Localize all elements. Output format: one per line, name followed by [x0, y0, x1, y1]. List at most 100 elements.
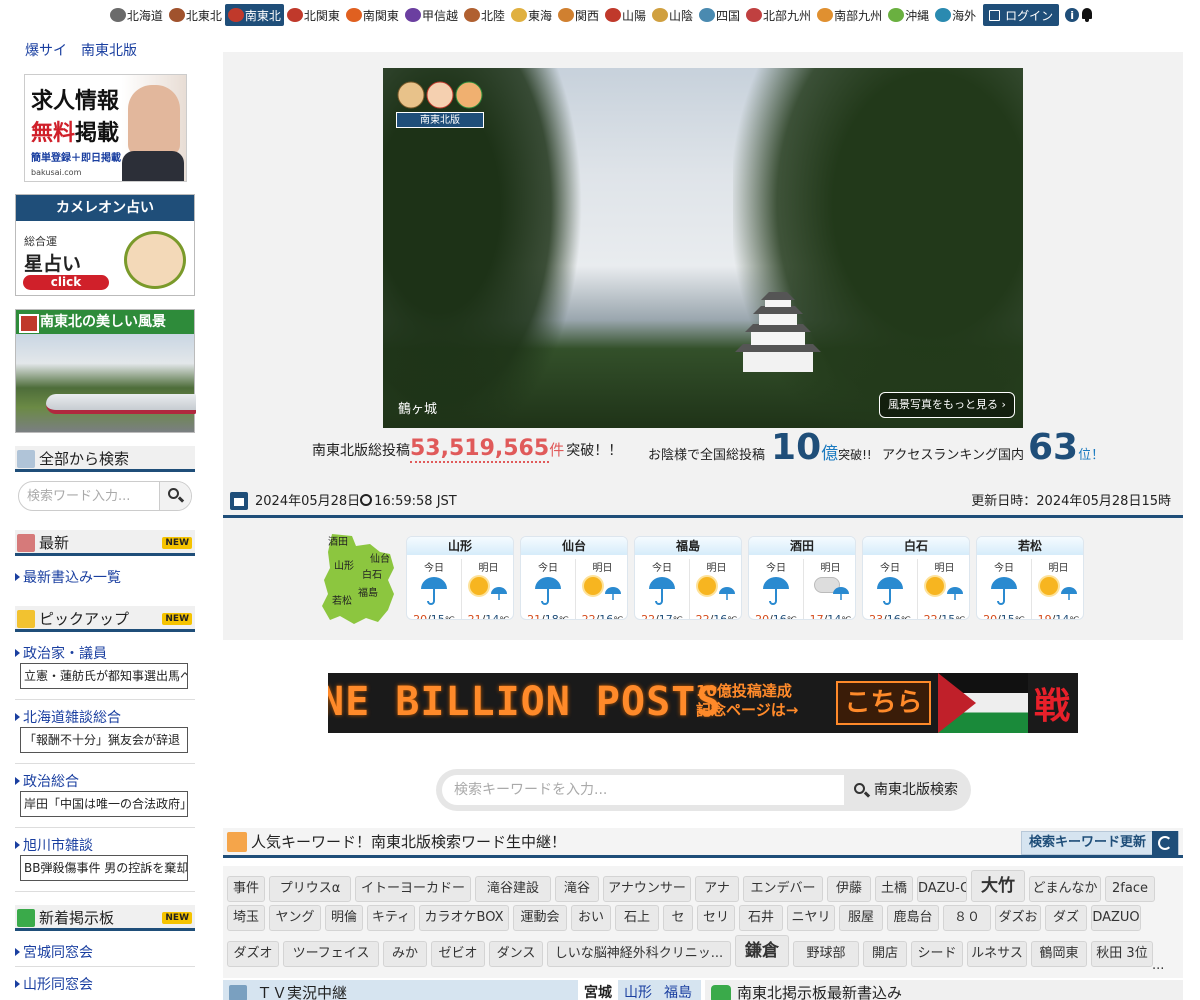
sidebar-search-button[interactable] — [159, 482, 191, 510]
keyword-chip[interactable]: 石上 — [615, 905, 659, 931]
keyword-chip[interactable]: 埼玉 — [227, 905, 265, 931]
keyword-chip[interactable]: 開店 — [863, 941, 907, 967]
pickup-category-link[interactable]: 北海道雑談総合 — [15, 707, 121, 727]
region-link-14[interactable]: 沖縄 — [885, 4, 932, 26]
keyword-chip[interactable]: 2face — [1105, 876, 1155, 902]
latest-posts-link[interactable]: 最新書込み一覧 — [15, 567, 121, 587]
weather-city: 福島 — [635, 537, 741, 555]
keyword-chip[interactable]: 秋田 3位 — [1091, 941, 1153, 967]
weather-card[interactable]: 福島今日22/17℃明日22/16℃ — [634, 536, 742, 620]
bell-icon[interactable] — [1081, 8, 1093, 22]
pickup-headline[interactable]: 「報酬不十分」猟友会が辞退 — [20, 727, 188, 753]
keyword-chip[interactable]: 鎌倉 — [735, 935, 789, 967]
keyword-chip[interactable]: 滝谷 — [555, 876, 599, 902]
region-link-9[interactable]: 山陽 — [602, 4, 649, 26]
keyword-chip[interactable]: セリ — [697, 905, 735, 931]
pickup-headline[interactable]: 立憲・蓮舫氏が都知事選出馬へ — [20, 663, 188, 689]
region-link-6[interactable]: 北陸 — [461, 4, 508, 26]
pickup-headline[interactable]: 岸田「中国は唯一の合法政府」 — [20, 791, 188, 817]
keyword-chip[interactable]: ダズオ — [227, 941, 279, 967]
info-icon[interactable]: i — [1065, 8, 1080, 22]
region-link-11[interactable]: 四国 — [696, 4, 743, 26]
sidebar-search-input[interactable] — [27, 487, 157, 505]
region-link-0[interactable]: 北海道 — [107, 4, 166, 26]
keyword-chip[interactable]: 服屋 — [839, 905, 883, 931]
site-title[interactable]: 爆サイ 南東北版 — [25, 40, 137, 60]
keyword-chip[interactable]: 鹿島台 — [887, 905, 939, 931]
keyword-chip[interactable]: アナウンサー — [603, 876, 691, 902]
region-link-5[interactable]: 甲信越 — [402, 4, 461, 26]
pickup-category-link[interactable]: 政治総合 — [15, 771, 79, 791]
tab-fukushima[interactable]: 福島 — [658, 980, 698, 1000]
keyword-update-button[interactable]: 検索キーワード更新 — [1020, 831, 1179, 855]
region-link-3[interactable]: 北関東 — [284, 4, 343, 26]
board-link-yamagata[interactable]: 山形同窓会 — [15, 974, 93, 994]
keyword-chip[interactable]: 伊藤 — [827, 876, 871, 902]
region-link-15[interactable]: 海外 — [932, 4, 979, 26]
keyword-chip[interactable]: 運動会 — [513, 905, 567, 931]
keyword-chip[interactable]: DAZU-O — [917, 876, 967, 902]
more-photos-button[interactable]: 風景写真をもっと見る › — [879, 392, 1015, 418]
weather-card[interactable]: 仙台今日21/18℃明日22/16℃ — [520, 536, 628, 620]
login-button[interactable]: ログイン — [983, 4, 1060, 26]
center-search-input[interactable] — [442, 775, 844, 805]
keyword-chip[interactable]: 土橋 — [875, 876, 913, 902]
keyword-chip[interactable]: ルネサス — [967, 941, 1027, 967]
keyword-chip[interactable]: ダズお — [995, 905, 1041, 931]
keyword-chip[interactable]: どまんなか — [1029, 876, 1101, 902]
weather-card[interactable]: 山形今日20/15℃明日21/14℃ — [406, 536, 514, 620]
keyword-chip[interactable]: 野球部 — [793, 941, 859, 967]
keyword-chip[interactable]: ツーフェイス — [283, 941, 379, 967]
keyword-chip[interactable]: ダズ — [1045, 905, 1087, 931]
keyword-chip[interactable]: 鶴岡東 — [1031, 941, 1087, 967]
region-link-13[interactable]: 南部九州 — [814, 4, 885, 26]
keyword-chip[interactable]: カラオケBOX — [419, 905, 509, 931]
region-link-1[interactable]: 北東北 — [166, 4, 225, 26]
keyword-chip[interactable]: 滝谷建設 — [475, 876, 551, 902]
keyword-chip[interactable]: 明倫 — [325, 905, 363, 931]
tab-miyagi[interactable]: 宮城 — [578, 980, 618, 1000]
region-link-4[interactable]: 南関東 — [343, 4, 402, 26]
tab-yamagata[interactable]: 山形 — [618, 980, 658, 1000]
login-icon — [989, 9, 1001, 21]
keyword-chip[interactable]: セ — [663, 905, 693, 931]
board-link-miyagi[interactable]: 宮城同窓会 — [15, 942, 93, 962]
keyword-chip[interactable]: ダンス — [489, 941, 543, 967]
weather-card[interactable]: 若松今日20/15℃明日19/14℃ — [976, 536, 1084, 620]
billion-posts-banner[interactable]: NE BILLION POSTS 10億投稿達成記念ページは→ こちら 戦争 — [328, 673, 1078, 733]
region-link-2[interactable]: 南東北 — [224, 4, 284, 26]
job-ad-banner[interactable]: 求人情報 無料掲載 簡単登録＋即日掲載 bakusai.com — [24, 74, 187, 182]
keyword-more[interactable]: ... — [1152, 958, 1164, 973]
keyword-chip[interactable]: ヤング — [269, 905, 321, 931]
chameleon-fortune-ad[interactable]: カメレオン占い 総合運 星占い click — [15, 194, 195, 296]
keyword-chip[interactable]: シード — [911, 941, 963, 967]
keyword-chip[interactable]: ８０ — [943, 905, 991, 931]
region-link-8[interactable]: 関西 — [555, 4, 602, 26]
pickup-category-link[interactable]: 旭川市雑談 — [15, 835, 93, 855]
keyword-chip[interactable]: イトーヨーカドー — [355, 876, 471, 902]
region-link-10[interactable]: 山陰 — [649, 4, 696, 26]
keyword-chip[interactable]: 事件 — [227, 876, 265, 902]
keyword-chip[interactable]: 大竹 — [971, 870, 1025, 902]
keyword-chip[interactable]: DAZUO — [1091, 905, 1141, 931]
keyword-chip[interactable]: プリウスα — [269, 876, 351, 902]
divider — [15, 891, 195, 892]
keyword-chip[interactable]: 石井 — [739, 905, 783, 931]
center-search-button[interactable]: 南東北版検索 — [846, 775, 964, 805]
region-link-7[interactable]: 東海 — [508, 4, 555, 26]
chameleon-click-button[interactable]: click — [23, 275, 109, 290]
keyword-chip[interactable]: アナ — [695, 876, 739, 902]
keyword-chip[interactable]: しいな脳神経外科クリニッ... — [547, 941, 731, 967]
weather-card[interactable]: 白石今日23/16℃明日22/15℃ — [862, 536, 970, 620]
pickup-headline[interactable]: BB弾殺傷事件 男の控訴を棄却 — [20, 855, 188, 881]
scenery-ad[interactable]: 南東北の美しい風景 — [15, 309, 196, 433]
keyword-chip[interactable]: おい — [571, 905, 611, 931]
pickup-category-link[interactable]: 政治家・議員 — [15, 643, 107, 663]
region-link-12[interactable]: 北部九州 — [743, 4, 814, 26]
keyword-chip[interactable]: ゼビオ — [431, 941, 485, 967]
keyword-chip[interactable]: エンデバー — [743, 876, 823, 902]
keyword-chip[interactable]: ニヤリ — [787, 905, 835, 931]
keyword-chip[interactable]: キティ — [367, 905, 415, 931]
keyword-chip[interactable]: みか — [383, 941, 427, 967]
weather-card[interactable]: 酒田今日20/16℃明日17/14℃ — [748, 536, 856, 620]
